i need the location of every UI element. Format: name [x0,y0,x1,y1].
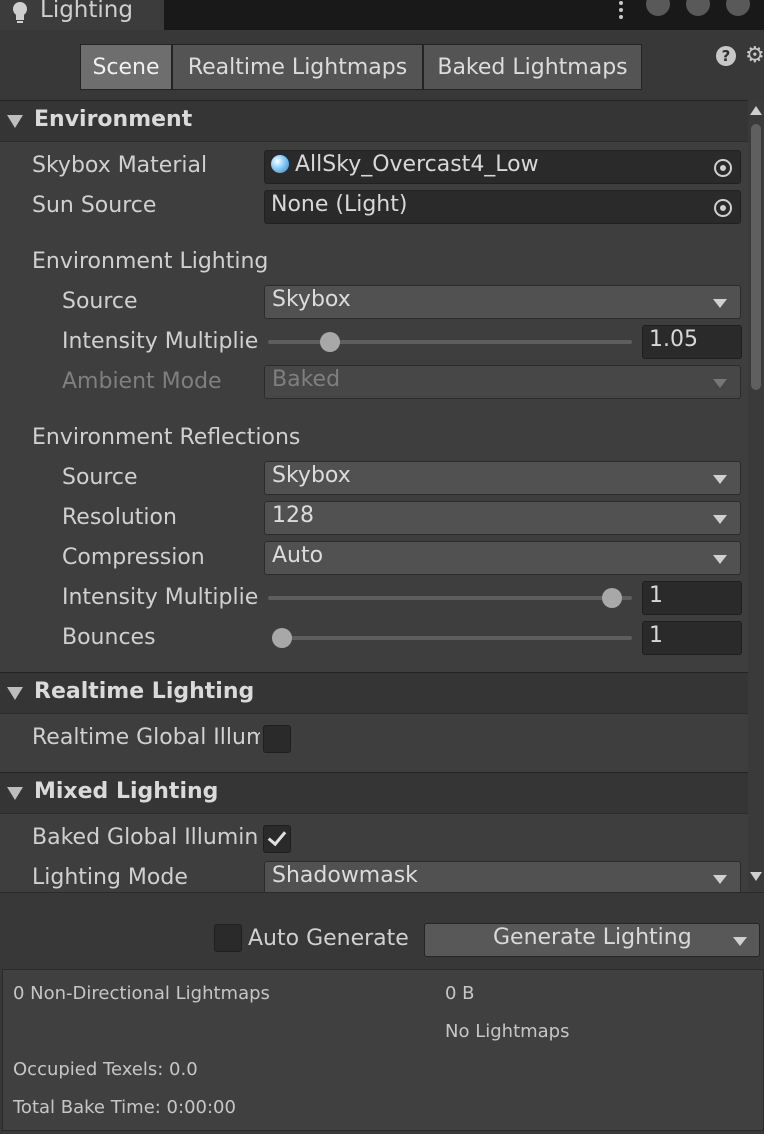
tab-baked-lightmaps[interactable]: Baked Lightmaps [423,44,642,90]
slider-thumb[interactable] [601,588,622,608]
env-lighting-intensity-input[interactable]: 1.05 [642,325,742,359]
bounces-input[interactable]: 1 [642,621,742,655]
section-title: Realtime Lighting [34,679,255,704]
bounces-label: Bounces [62,625,156,650]
gear-icon[interactable]: ⚙ [745,43,764,68]
bake-panel: Auto Generate Generate Lighting 0 Non-Di… [0,892,764,1134]
skybox-material-field[interactable]: AllSky_Overcast4_Low [264,150,741,184]
foldout-arrow-icon [7,787,23,800]
number-value: 1.05 [649,327,698,352]
window-tab[interactable]: Lighting [0,0,164,30]
checkmark-icon [267,826,287,847]
generate-lighting-button[interactable]: Generate Lighting [424,923,760,957]
material-sphere-icon [271,155,289,173]
dropdown-value: 128 [272,503,314,528]
total-bake-time: Total Bake Time: 0:00:00 [13,1097,236,1118]
env-lighting-intensity-label: Intensity Multiplie [62,329,259,354]
object-picker-icon[interactable] [714,199,732,217]
auto-generate-checkbox[interactable] [214,924,242,952]
no-lightmaps-text: No Lightmaps [445,1021,570,1042]
lighting-mode-dropdown[interactable]: Shadowmask [264,861,741,892]
slider-thumb[interactable] [319,332,340,352]
window-titlebar: Lighting [0,0,764,30]
scroll-up-icon[interactable] [750,106,762,115]
ambient-mode-label: Ambient Mode [62,369,222,394]
reflections-resolution-dropdown[interactable]: 128 [264,501,741,535]
vertical-scrollbar[interactable] [748,100,764,892]
chevron-down-icon [713,299,727,308]
kebab-menu-icon[interactable] [614,0,628,22]
section-mixed-lighting[interactable]: Mixed Lighting [0,772,748,814]
baked-gi-checkbox[interactable] [263,825,291,853]
environment-reflections-heading: Environment Reflections [32,425,301,450]
realtime-gi-checkbox[interactable] [263,725,291,753]
chevron-down-icon [713,555,727,564]
section-title: Environment [34,107,193,132]
dropdown-value: Skybox [272,287,351,312]
env-lighting-source-label: Source [62,289,138,314]
chevron-down-icon [713,875,727,884]
help-icon[interactable]: ? [716,46,736,66]
window-control-button[interactable] [686,0,710,16]
reflections-source-label: Source [62,465,138,490]
lighting-settings-panel: Environment Skybox Material AllSky_Overc… [0,100,764,892]
number-value: 1 [649,583,663,608]
auto-generate-label: Auto Generate [248,926,409,951]
sun-source-label: Sun Source [32,193,157,218]
bounces-slider[interactable] [272,628,632,648]
reflections-intensity-slider[interactable] [268,588,632,608]
reflections-resolution-label: Resolution [62,505,177,530]
chevron-down-icon [713,379,727,388]
tab-realtime-lightmaps[interactable]: Realtime Lightmaps [172,44,423,90]
chevron-down-icon [713,515,727,524]
skybox-material-label: Skybox Material [32,153,208,178]
dropdown-value: Baked [272,367,341,392]
object-picker-icon[interactable] [714,159,732,177]
environment-lighting-heading: Environment Lighting [32,249,269,274]
dropdown-value: Shadowmask [272,863,418,888]
slider-track [268,596,632,600]
lightmap-size: 0 B [445,983,475,1004]
reflections-compression-label: Compression [62,545,205,570]
reflections-compression-dropdown[interactable]: Auto [264,541,741,575]
window-control-button[interactable] [726,0,750,16]
ambient-mode-dropdown: Baked [264,365,741,399]
foldout-arrow-icon [7,115,23,128]
sun-source-value: None (Light) [271,192,408,217]
lightbulb-icon [11,1,29,31]
slider-track [272,636,632,640]
skybox-material-value: AllSky_Overcast4_Low [295,152,539,177]
section-realtime-lighting[interactable]: Realtime Lighting [0,672,748,714]
realtime-gi-label: Realtime Global Illum [32,725,260,750]
env-lighting-intensity-slider[interactable] [268,332,632,352]
window-title: Lighting [40,0,133,23]
occupied-texels: Occupied Texels: 0.0 [13,1059,198,1080]
section-title: Mixed Lighting [34,779,219,804]
number-value: 1 [649,623,663,648]
chevron-down-icon[interactable] [733,937,747,946]
foldout-arrow-icon [7,687,23,700]
scrollbar-thumb[interactable] [751,124,761,390]
button-label: Generate Lighting [493,925,692,950]
section-environment[interactable]: Environment [0,100,748,142]
scroll-down-icon[interactable] [750,872,762,881]
lightmap-stats: 0 Non-Directional Lightmaps 0 B No Light… [2,969,764,1131]
baked-gi-label: Baked Global Illumin [32,825,259,850]
chevron-down-icon [713,475,727,484]
tab-scene[interactable]: Scene [80,44,172,90]
lightmap-count: 0 Non-Directional Lightmaps [13,983,270,1004]
slider-thumb[interactable] [272,628,292,648]
reflections-intensity-label: Intensity Multiplie [62,585,259,610]
reflections-source-dropdown[interactable]: Skybox [264,461,741,495]
reflections-intensity-input[interactable]: 1 [642,581,742,615]
env-lighting-source-dropdown[interactable]: Skybox [264,285,741,319]
lighting-mode-label: Lighting Mode [32,865,188,890]
dropdown-value: Skybox [272,463,351,488]
sun-source-field[interactable]: None (Light) [264,190,741,224]
dropdown-value: Auto [272,543,324,568]
window-control-button[interactable] [646,0,670,16]
tab-bar: Scene Realtime Lightmaps Baked Lightmaps… [0,30,764,100]
